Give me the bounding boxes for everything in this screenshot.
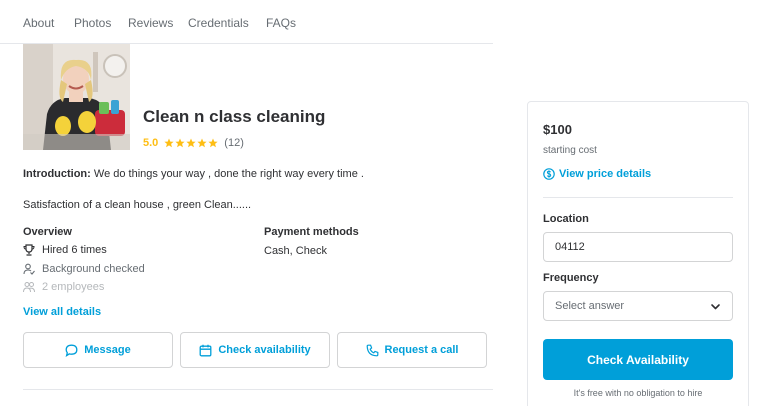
nav-photos[interactable]: Photos: [74, 16, 111, 30]
introduction-text: We do things your way , done the right w…: [90, 168, 364, 180]
request-call-button-label: Request a call: [384, 344, 459, 356]
frequency-select-value: Select answer: [555, 300, 625, 312]
overview-item-background: Background checked: [23, 263, 145, 275]
introduction: Introduction: We do things your way , do…: [23, 168, 364, 180]
review-count[interactable]: (12): [224, 137, 244, 149]
phone-icon: [366, 344, 378, 356]
view-price-details-label: View price details: [559, 168, 652, 180]
frequency-label: Frequency: [543, 272, 599, 284]
check-availability-cta[interactable]: Check Availability: [543, 339, 733, 380]
location-input[interactable]: [543, 232, 733, 262]
star-icon: [197, 138, 207, 148]
introduction-text-2: Satisfaction of a clean house , green Cl…: [23, 199, 252, 211]
message-button-label: Message: [84, 344, 131, 356]
payment-methods-title: Payment methods: [264, 226, 359, 238]
nav-reviews[interactable]: Reviews: [128, 16, 173, 30]
nav-faqs[interactable]: FAQs: [266, 16, 296, 30]
overview-item-text: 2 employees: [42, 281, 105, 293]
chevron-down-icon: [711, 303, 720, 309]
nav-about[interactable]: About: [23, 16, 54, 30]
star-icon: [186, 138, 196, 148]
location-label: Location: [543, 213, 589, 225]
business-photo-image: [23, 44, 130, 150]
request-call-button[interactable]: Request a call: [337, 332, 487, 368]
business-photo[interactable]: [23, 44, 130, 150]
starting-price: $100: [543, 122, 572, 137]
overview-title: Overview: [23, 226, 72, 238]
trophy-icon: [23, 244, 35, 256]
business-name: Clean n class cleaning: [143, 107, 326, 126]
pricing-card: $100 starting cost View price details Lo…: [527, 101, 749, 406]
check-availability-button[interactable]: Check availability: [180, 332, 330, 368]
overview-item-text: Hired 6 times: [42, 244, 107, 256]
starting-price-caption: starting cost: [543, 145, 597, 156]
rating-score: 5.0: [143, 137, 159, 149]
card-divider: [543, 197, 733, 198]
view-price-details-link[interactable]: View price details: [543, 168, 651, 180]
overview-item-text: Background checked: [42, 263, 145, 275]
chat-bubble-icon: [65, 344, 78, 357]
dollar-circle-icon: [543, 168, 555, 180]
introduction-label: Introduction:: [23, 168, 91, 180]
check-availability-button-label: Check availability: [218, 344, 311, 356]
people-icon: [23, 282, 35, 293]
person-check-icon: [23, 263, 35, 275]
cta-disclaimer: It's free with no obligation to hire: [573, 388, 703, 398]
star-icon: [208, 138, 218, 148]
rating-summary: 5.0 (12): [143, 137, 244, 149]
calendar-icon: [199, 344, 212, 356]
nav-credentials[interactable]: Credentials: [188, 16, 249, 30]
message-button[interactable]: Message: [23, 332, 173, 368]
payment-methods-value: Cash, Check: [264, 245, 327, 257]
profile-nav: About Photos Reviews Credentials FAQs: [0, 0, 493, 44]
view-all-details-link[interactable]: View all details: [23, 306, 101, 318]
star-icon: [164, 138, 174, 148]
frequency-select[interactable]: Select answer: [543, 291, 733, 321]
star-icon: [175, 138, 185, 148]
overview-item-employees: 2 employees: [23, 281, 104, 293]
overview-item-hired: Hired 6 times: [23, 244, 107, 256]
section-divider: [23, 389, 493, 390]
star-rating: [164, 138, 219, 148]
